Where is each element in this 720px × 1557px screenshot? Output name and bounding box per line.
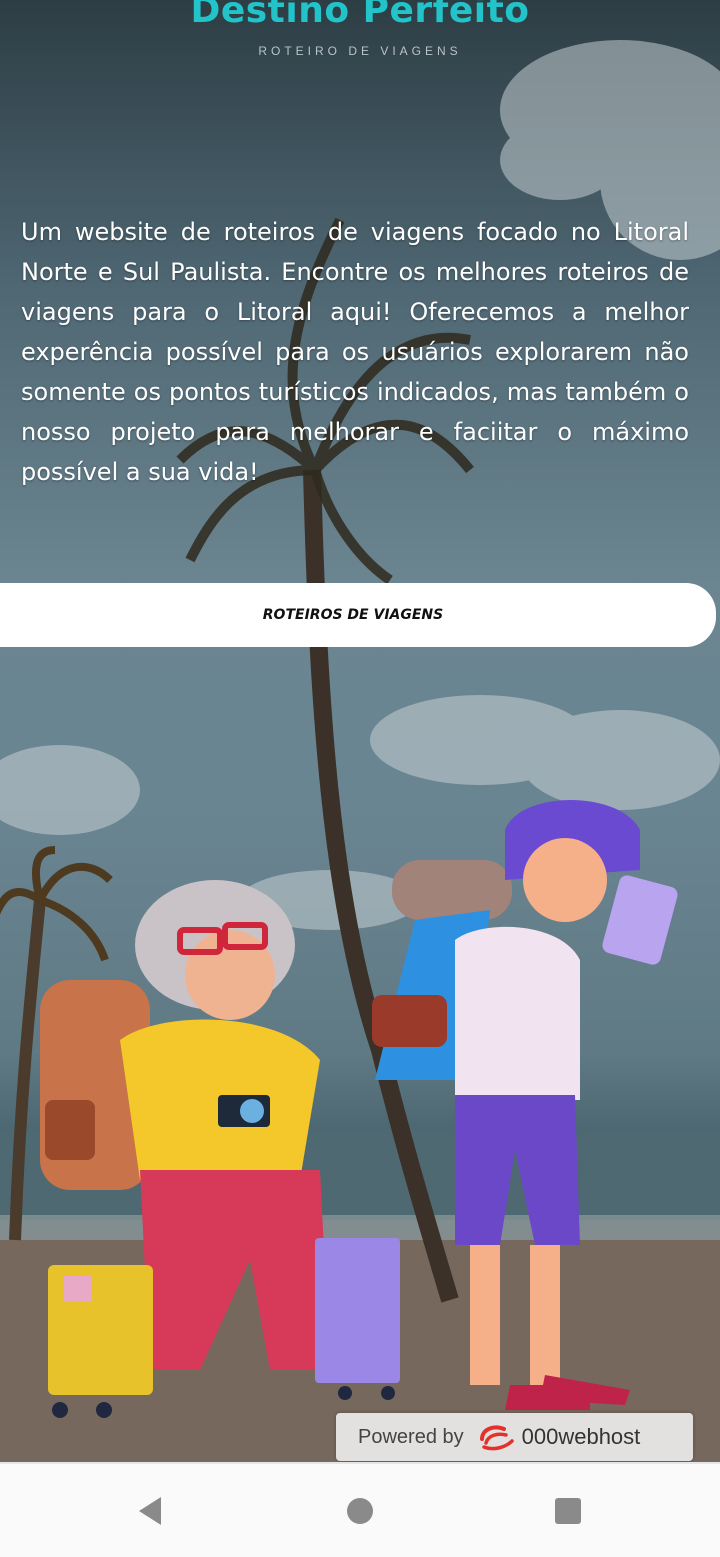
nav-home-button[interactable] [300,1464,420,1557]
intro-paragraph: Um website de roteiros de viagens focado… [21,218,689,486]
hero-section: Destino Perfeito ROTEIRO DE VIAGENS Um w… [0,0,720,1462]
webhost-label: 000webhost [521,1424,641,1449]
recents-icon [555,1497,581,1524]
nav-back-button[interactable] [90,1464,210,1557]
000webhost-logo-icon [479,1425,514,1451]
powered-by-label: Powered by [358,1425,464,1448]
back-icon [139,1496,161,1525]
android-navigation-bar [0,1462,720,1557]
roteiros-de-viagens-button[interactable]: ROTEIROS DE VIAGENS [0,583,716,647]
site-subtitle: ROTEIRO DE VIAGENS [258,44,462,58]
site-title: Destino Perfeito [190,0,530,31]
nav-recents-button[interactable] [508,1464,628,1557]
powered-by-badge[interactable]: Powered by 000webhost [336,1413,693,1461]
home-icon [347,1497,373,1524]
